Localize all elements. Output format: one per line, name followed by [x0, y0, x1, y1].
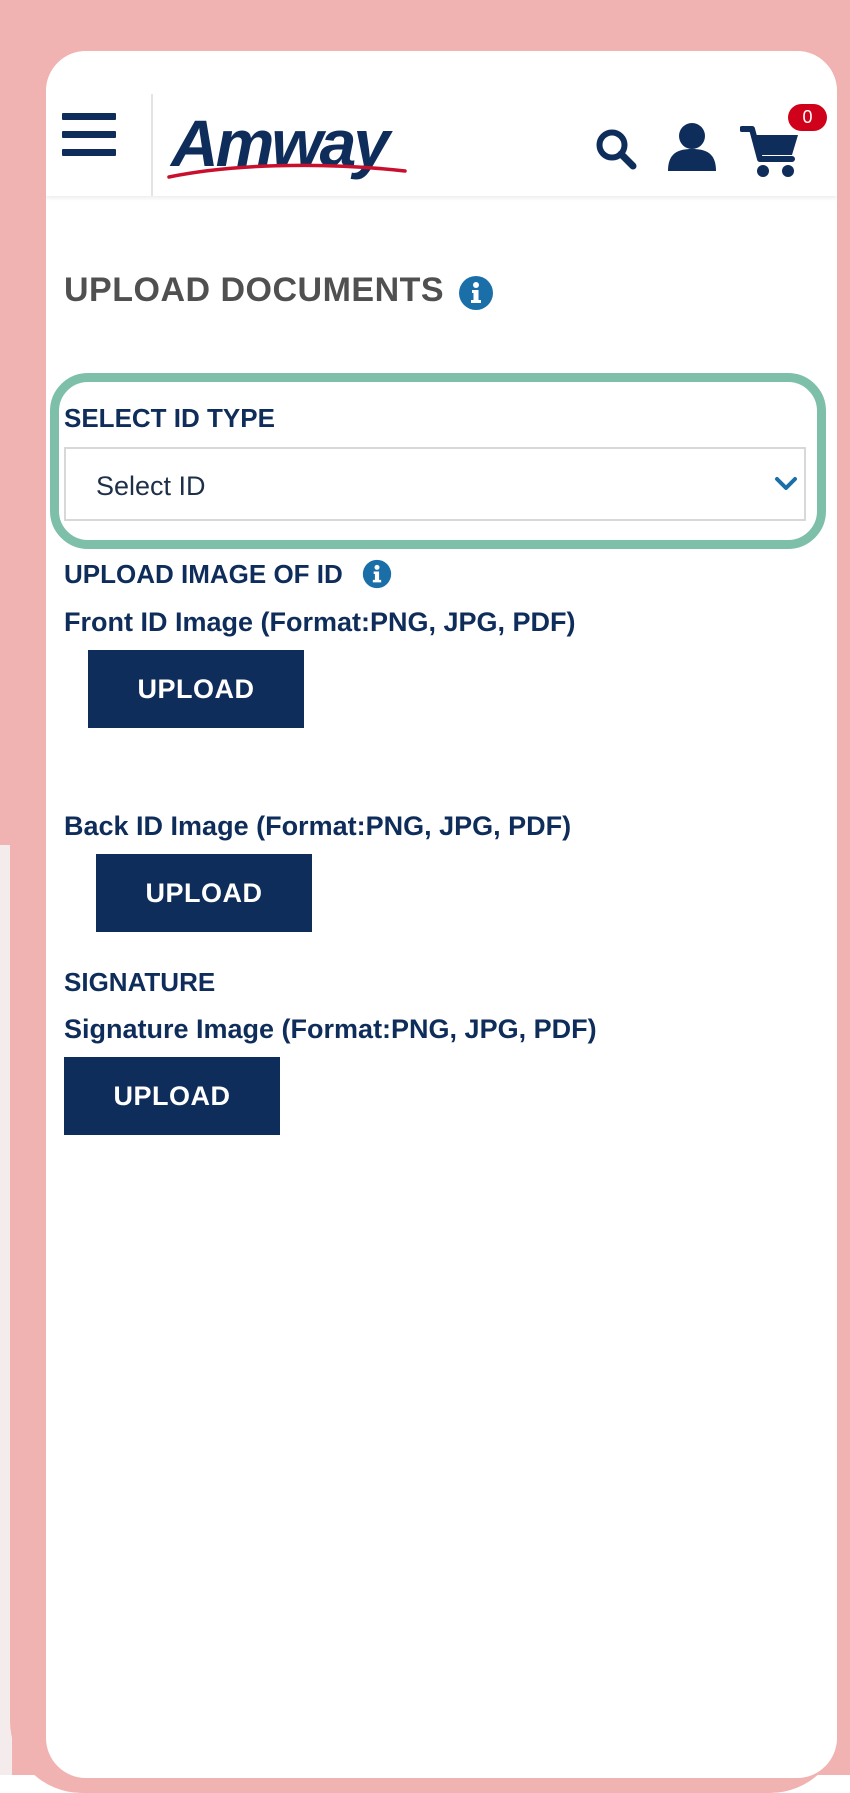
- back-id-upload-button[interactable]: UPLOAD: [96, 854, 312, 932]
- id-type-selected-value: Select ID: [96, 471, 206, 501]
- screen: Amway 0 UPLOAD DOCUMENTS SELECT ID TYPE …: [46, 51, 837, 1778]
- phone-frame: Amway 0 UPLOAD DOCUMENTS SELECT ID TYPE …: [10, 13, 842, 1793]
- signature-upload-button[interactable]: UPLOAD: [64, 1057, 280, 1135]
- cart-icon: [739, 126, 798, 177]
- upload-image-label: UPLOAD IMAGE OF ID: [64, 559, 343, 589]
- info-icon: [459, 276, 493, 310]
- front-id-upload-button[interactable]: UPLOAD: [88, 650, 304, 728]
- logo-swoosh: [167, 163, 407, 179]
- header-divider: [151, 94, 153, 196]
- cart-button[interactable]: [739, 123, 802, 186]
- menu-icon-bar: [62, 131, 116, 138]
- search-button[interactable]: [594, 127, 638, 176]
- info-icon: [362, 559, 392, 589]
- menu-button[interactable]: [62, 113, 116, 157]
- id-type-label: SELECT ID TYPE: [64, 403, 275, 433]
- search-icon: [596, 129, 637, 170]
- account-button[interactable]: [666, 121, 718, 178]
- id-type-select[interactable]: Select ID: [64, 447, 806, 521]
- menu-icon-bar: [62, 113, 116, 120]
- signature-image-label: Signature Image (Format:PNG, JPG, PDF): [64, 1014, 597, 1044]
- page-title: UPLOAD DOCUMENTS: [64, 271, 445, 309]
- user-icon: [668, 123, 716, 171]
- back-id-label: Back ID Image (Format:PNG, JPG, PDF): [64, 811, 572, 841]
- front-id-label: Front ID Image (Format:PNG, JPG, PDF): [64, 607, 576, 637]
- chevron-down-icon: [775, 477, 797, 490]
- cart-count-badge: 0: [788, 104, 827, 131]
- title-info-button[interactable]: [458, 275, 494, 316]
- signature-label: SIGNATURE: [64, 967, 216, 997]
- site-header: Amway 0: [46, 51, 837, 196]
- amway-logo[interactable]: Amway: [167, 107, 411, 187]
- menu-icon-bar: [62, 149, 116, 156]
- upload-info-button[interactable]: [362, 559, 392, 594]
